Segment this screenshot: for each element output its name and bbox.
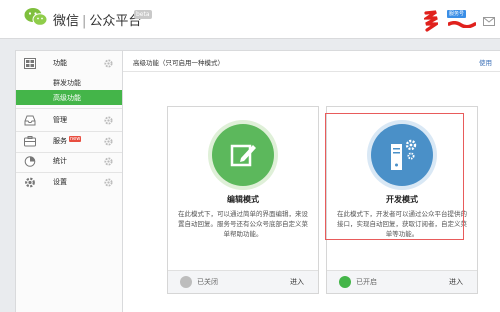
beta-badge: beta [134,10,152,19]
highlight-rectangle [325,113,464,240]
brand-title[interactable]: 微信 | 公众平台 [53,10,141,29]
wechat-logo-icon [24,8,48,26]
edit-icon [230,144,256,167]
sidebar-item-label: 设置 [53,178,67,186]
gear-icon[interactable] [104,178,113,187]
page-title: 高级功能（只可启用一种模式） [133,59,224,67]
gear-icon[interactable] [104,137,113,146]
sidebar-item-text: 服务 [53,137,67,145]
sidebar-item-settings[interactable]: 设置 [16,173,122,193]
grid-icon [24,58,36,69]
sidebar-item-label: 功能 [53,59,67,67]
inbox-icon [24,115,36,126]
help-link[interactable]: 使用 [479,57,492,67]
pie-chart-icon [24,156,36,167]
sidebar-item-statistics[interactable]: 统计 [16,152,122,172]
card-description: 在此模式下，可以通过简单的界面编辑，来设置自动回复。服务号还有公众号底部自定义菜… [178,210,308,238]
card-footer: 已开启 进入 [327,270,477,293]
new-badge: new [69,136,82,142]
account-type-badge: 服务号 [447,10,467,18]
gear-icon[interactable] [104,157,113,166]
sidebar-item-service[interactable]: 服务 new [16,132,122,152]
status-on-icon [339,276,351,288]
edit-mode-circle [212,124,274,186]
settings-icon [25,177,35,188]
sidebar-subitem-mass-send[interactable]: 群发功能 [16,75,122,90]
brand-name: 微信 [53,14,80,29]
edit-mode-card: 编辑模式 在此模式下，可以通过简单的界面编辑，来设置自动回复。服务号还有公众号底… [167,106,319,294]
enter-developer-mode-button[interactable]: 进入 [449,277,463,287]
redacted-username[interactable] [448,21,476,28]
redacted-avatar[interactable] [424,9,438,33]
mail-icon[interactable] [483,17,495,26]
service-icon [24,136,36,147]
sidebar: 功能 群发功能 高级功能 管理 服务 new 统计 设置 [16,51,123,312]
sidebar-item-label: 服务 new [53,136,82,146]
section-header: 高级功能（只可启用一种模式） 使用 [123,51,500,72]
divider [16,108,122,109]
gear-icon[interactable] [104,116,113,125]
status-text: 已开启 [356,278,377,286]
sidebar-subitem-label: 高级功能 [53,94,81,102]
top-bar: 微信 | 公众平台 beta 服务号 [0,0,500,39]
card-title: 编辑模式 [227,195,259,204]
sidebar-item-label: 统计 [53,157,67,165]
gear-icon[interactable] [104,59,113,68]
enter-edit-mode-button[interactable]: 进入 [290,277,304,287]
sidebar-item-label: 管理 [53,116,67,124]
status-text: 已关闭 [197,278,218,286]
sidebar-item-manage[interactable]: 管理 [16,111,122,131]
sidebar-subitem-advanced[interactable]: 高级功能 [16,90,122,105]
card-footer: 已关闭 进入 [168,270,318,293]
status-off-icon [180,276,192,288]
brand-separator: | [82,14,87,29]
sidebar-subitem-label: 群发功能 [53,79,81,87]
sidebar-item-functions[interactable]: 功能 [16,54,122,74]
